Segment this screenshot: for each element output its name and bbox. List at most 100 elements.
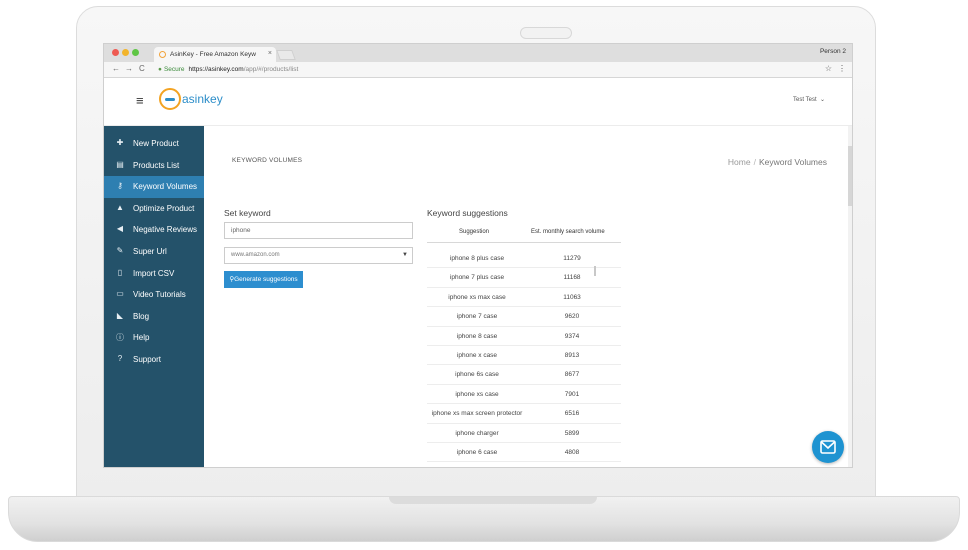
lock-icon: ● (158, 66, 162, 73)
sidebar-item-support[interactable]: ? Support (104, 349, 204, 371)
breadcrumb-home[interactable]: Home (728, 157, 751, 167)
question-icon: ? (117, 353, 123, 363)
browser-menu-icon[interactable]: ⋮ (838, 64, 846, 73)
logo-text: asinkey (182, 92, 223, 106)
rss-icon: ◣ (116, 310, 124, 320)
breadcrumb-separator: / (753, 157, 756, 167)
base-groove (389, 497, 597, 504)
info-icon: ⓘ (116, 333, 124, 343)
table-body: iphone 8 plus case 11279 iphone 7 plus ca… (427, 249, 621, 463)
breadcrumb: Home / Keyword Volumes (728, 157, 827, 167)
new-tab-button[interactable] (276, 50, 296, 60)
user-name: Test Test (793, 97, 817, 103)
sidebar-item-label: Keyword Volumes (133, 182, 198, 192)
column-header-suggestion: Suggestion (459, 229, 490, 235)
sidebar-item-super-url[interactable]: ✎ Super Url (104, 241, 204, 263)
sidebar-item-blog[interactable]: ◣ Blog (104, 306, 204, 328)
envelope-icon (820, 440, 836, 454)
camera-notch (520, 27, 572, 39)
url-path: /app/#/products/list (243, 66, 299, 73)
url-host: https://asinkey.com (188, 66, 244, 73)
table-row: iphone 7 case 9620 (427, 307, 621, 327)
window-close-button[interactable] (112, 49, 119, 56)
volume-cell: 11063 (563, 293, 581, 301)
suggestion-cell: iphone charger (455, 429, 499, 437)
suggestions-table: Suggestion Est. monthly search volume ip… (427, 223, 621, 463)
sidebar-item-import-csv[interactable]: ▯ Import CSV (104, 263, 204, 285)
chat-button[interactable] (812, 431, 844, 463)
table-row: iphone 8 plus case 11279 (427, 249, 621, 269)
caret-down-icon: ▼ (402, 252, 408, 258)
sidebar-item-label: Super Url (133, 246, 167, 256)
sidebar-item-video-tutorials[interactable]: ▭ Video Tutorials (104, 284, 204, 306)
favicon-icon (159, 51, 166, 58)
secure-label: Secure (163, 66, 185, 73)
suggestion-cell: iphone xs max screen protector (431, 410, 523, 418)
screen: AsinKey - Free Amazon Keyw × Person 2 ← … (103, 43, 853, 468)
suggestion-cell: iphone xs max case (448, 293, 506, 301)
browser-tab[interactable]: AsinKey - Free Amazon Keyw × (154, 47, 276, 62)
suggestion-cell: iphone 7 case (456, 313, 498, 321)
table-row: iphone xs max screen protector 6516 (427, 404, 621, 424)
keyword-input[interactable]: iphone (224, 222, 413, 239)
sidebar-item-label: Optimize Product (133, 203, 195, 213)
marketplace-select-value: www.amazon.com (231, 252, 280, 258)
table-scrollbar[interactable] (594, 266, 596, 276)
logo[interactable]: asinkey (159, 88, 223, 110)
bookmark-star-icon[interactable]: ☆ (825, 64, 832, 73)
column-header-volume: Est. monthly search volume (531, 229, 605, 235)
suggestion-cell: iphone 7 plus case (449, 274, 505, 282)
reload-icon[interactable]: C (139, 64, 145, 73)
back-arrow-icon[interactable]: ← (112, 64, 120, 73)
table-row: iphone 7 plus case 11168 (427, 268, 621, 288)
volume-cell: 7901 (564, 390, 580, 398)
volume-cell: 11168 (563, 274, 581, 282)
user-menu[interactable]: Test Test ⌄ (793, 96, 825, 103)
page-title: KEYWORD VOLUMES (232, 157, 303, 164)
suggestion-cell: iphone 6 case (456, 448, 498, 456)
table-row: iphone xs max case 11063 (427, 288, 621, 308)
table-row: iphone xs case 7901 (427, 385, 621, 405)
suggestion-cell: iphone 8 case (456, 332, 498, 340)
sidebar-item-label: Help (133, 333, 150, 343)
browser-toolbar: ← → C ● Secure https://asinkey.com/app/#/p… (104, 62, 852, 78)
sidebar-item-label: New Product (133, 139, 179, 148)
megaphone-icon: ◀ (116, 224, 124, 234)
tab-close-icon[interactable]: × (268, 50, 272, 57)
table-row: iphone 6s case 8677 (427, 365, 621, 385)
sidebar-item-negative-reviews[interactable]: ◀ Negative Reviews (104, 219, 204, 241)
sidebar-item-label: Blog (133, 311, 150, 321)
sidebar-item-label: Support (133, 354, 162, 364)
link-icon: ✎ (116, 245, 124, 255)
volume-cell: 11279 (563, 255, 581, 262)
breadcrumb-current: Keyword Volumes (758, 157, 827, 167)
hamburger-menu-icon[interactable]: ≡ (136, 93, 144, 108)
key-icon: ⚷ (117, 181, 123, 191)
volume-cell: 9374 (564, 332, 580, 340)
forward-arrow-icon[interactable]: → (125, 64, 133, 73)
sidebar-item-new-product[interactable]: ✚ New Product (104, 133, 204, 155)
generate-suggestions-button[interactable]: ⚲Generate suggestions (224, 271, 303, 288)
address-bar[interactable]: ● Secure https://asinkey.com/app/#/product… (152, 64, 832, 76)
logo-key-icon (159, 88, 181, 110)
sidebar-item-optimize-product[interactable]: ▲ Optimize Product (104, 198, 204, 220)
window-maximize-button[interactable] (132, 49, 139, 56)
marketplace-select[interactable]: www.amazon.com ▼ (224, 247, 413, 264)
sidebar: ✚ New Product ▤ Products List ⚷ Keyword … (104, 126, 204, 467)
list-icon: ▤ (116, 159, 124, 169)
sidebar-item-products-list[interactable]: ▤ Products List (104, 155, 204, 177)
laptop-base (8, 496, 960, 542)
plus-icon: ✚ (116, 138, 124, 147)
volume-cell: 8913 (564, 351, 580, 359)
browser-tab-strip: AsinKey - Free Amazon Keyw × Person 2 (104, 44, 852, 62)
keyword-suggestions-label: Keyword suggestions (427, 208, 508, 218)
sidebar-item-keyword-volumes[interactable]: ⚷ Keyword Volumes (104, 176, 204, 198)
sidebar-item-help[interactable]: ⓘ Help (104, 327, 204, 349)
window-minimize-button[interactable] (122, 49, 129, 56)
page-scrollbar[interactable] (848, 126, 852, 467)
volume-cell: 5899 (564, 429, 580, 437)
profile-name[interactable]: Person 2 (820, 48, 846, 55)
page-scrollbar-thumb[interactable] (848, 146, 852, 206)
flask-icon: ▲ (116, 202, 124, 212)
sidebar-item-label: Video Tutorials (133, 290, 186, 300)
